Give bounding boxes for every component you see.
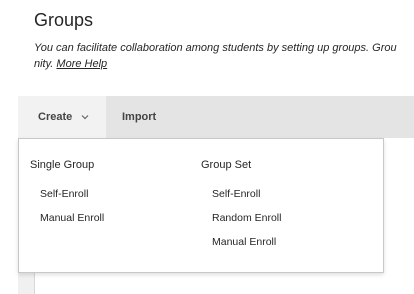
create-menu-button[interactable]: Create: [18, 96, 106, 138]
description-line1: You can facilitate collaboration among s…: [34, 42, 397, 54]
single-group-header: Single Group: [30, 159, 95, 171]
page-title: Groups: [34, 10, 94, 30]
action-bar: Create Import: [18, 96, 414, 138]
group-set-self-enroll[interactable]: Self-Enroll: [212, 188, 260, 200]
single-group-self-enroll[interactable]: Self-Enroll: [40, 188, 88, 200]
group-set-manual-enroll[interactable]: Manual Enroll: [212, 236, 276, 248]
create-label: Create: [38, 111, 73, 123]
description-line2-prefix: nity.: [34, 58, 54, 70]
single-group-manual-enroll[interactable]: Manual Enroll: [40, 212, 104, 224]
create-dropdown-menu: Single Group Self-Enroll Manual Enroll G…: [18, 138, 384, 273]
description-line2: nity. More Help: [34, 56, 414, 72]
import-button[interactable]: Import: [122, 96, 156, 138]
page-description: You can facilitate collaboration among s…: [34, 40, 414, 72]
more-help-link[interactable]: More Help: [56, 58, 107, 70]
chevron-down-icon: [81, 96, 89, 138]
group-set-random-enroll[interactable]: Random Enroll: [212, 212, 281, 224]
page-header: Groups You can facilitate collaboration …: [0, 0, 414, 96]
group-set-header: Group Set: [201, 159, 252, 171]
